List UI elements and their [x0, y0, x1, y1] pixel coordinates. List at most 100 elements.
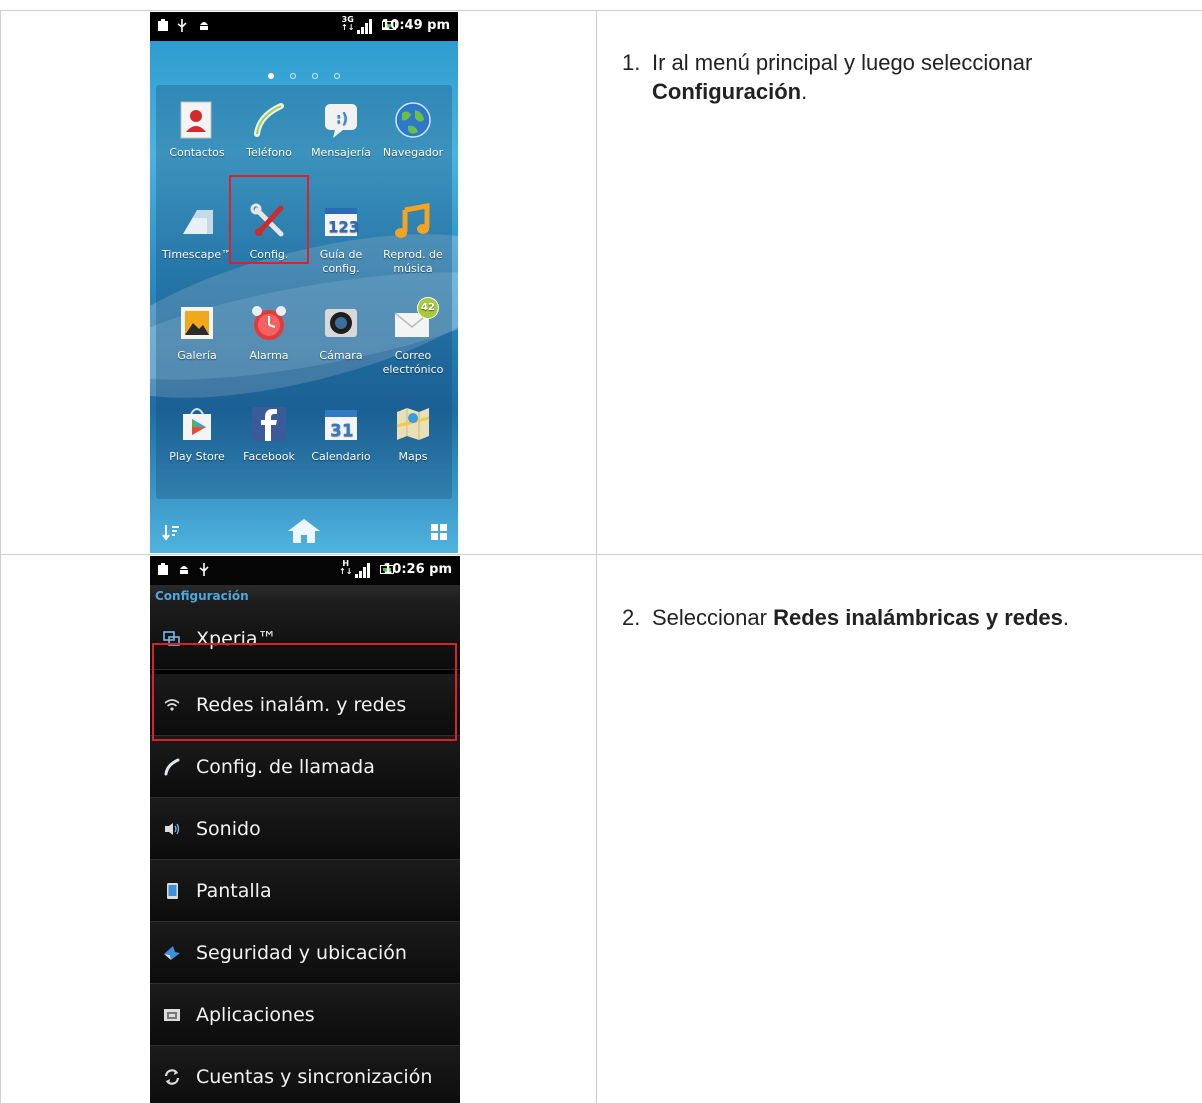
maps-icon	[391, 402, 435, 446]
step-text: Ir al menú principal y luego seleccionar	[652, 50, 1033, 75]
email-icon: 42	[391, 297, 439, 345]
setting-accounts-sync[interactable]: Cuentas y sincronización	[150, 1046, 460, 1103]
settings-title: Configuración	[150, 585, 460, 608]
sort-icon[interactable]	[162, 523, 180, 541]
app-music[interactable]: Reprod. de música	[376, 200, 450, 276]
app-email[interactable]: 42 Correo electrónico	[376, 297, 450, 377]
grid-icon[interactable]	[430, 523, 448, 541]
usb-icon	[177, 19, 187, 32]
app-label: Reprod. de música	[383, 248, 443, 275]
table-border-left	[0, 10, 1, 1103]
app-label: Play Store	[169, 450, 225, 463]
setup-guide-icon: 123	[319, 200, 363, 244]
sim-icon	[158, 563, 168, 575]
step-emphasis: Redes inalámbricas y redes	[773, 605, 1063, 630]
app-camera[interactable]: Cámara	[304, 301, 378, 363]
home-dock	[150, 501, 458, 553]
svg-text::): :)	[336, 111, 348, 127]
step-number: 1.	[622, 50, 641, 75]
home-icon[interactable]	[286, 517, 322, 545]
gallery-icon	[175, 301, 219, 345]
network-type-text: H	[342, 559, 350, 568]
app-gallery[interactable]: Galería	[160, 301, 234, 363]
setting-label: Aplicaciones	[196, 1003, 315, 1026]
phone-icon	[162, 757, 182, 777]
email-badge: 42	[417, 297, 439, 319]
setting-label: Sonido	[196, 817, 261, 840]
app-label: Contactos	[169, 146, 225, 159]
page-dot	[334, 73, 340, 79]
usb-icon	[199, 563, 209, 576]
app-browser[interactable]: Navegador	[376, 98, 450, 160]
sim-icon	[158, 19, 168, 31]
app-calendar[interactable]: 31 Calendario	[304, 402, 378, 464]
setting-label: Config. de llamada	[196, 755, 375, 778]
app-contacts[interactable]: Contactos	[160, 98, 234, 160]
app-label: Timescape™	[161, 248, 233, 261]
app-play-store[interactable]: Play Store	[160, 402, 234, 464]
app-label: Maps	[398, 450, 428, 463]
step-text: Seleccionar	[652, 605, 774, 630]
table-column-divider	[596, 10, 597, 1103]
app-label: Calendario	[311, 450, 371, 463]
setting-security-location[interactable]: Seguridad y ubicación	[150, 922, 460, 984]
app-label: Correo electrónico	[382, 349, 444, 376]
facebook-icon	[247, 402, 291, 446]
page-dot-active	[268, 73, 274, 79]
setting-label: Cuentas y sincronización	[196, 1065, 433, 1088]
status-bar: 3G ↑↓ 10:49 pm	[150, 12, 458, 41]
timescape-icon	[175, 200, 219, 244]
android-debug-icon	[200, 22, 208, 30]
signal-icon	[355, 562, 373, 578]
alarm-icon	[247, 301, 291, 345]
app-setup-guide[interactable]: 123 Guía de config.	[304, 200, 378, 276]
settings-highlight-box	[229, 175, 309, 264]
step-suffix: .	[1062, 605, 1070, 630]
step-emphasis: Configuración	[652, 79, 802, 104]
status-time: 10:49 pm	[381, 18, 450, 33]
messaging-icon: :)	[319, 98, 363, 142]
app-label: Guía de config.	[319, 248, 363, 275]
calendar-icon: 31	[319, 402, 363, 446]
app-messaging[interactable]: :) Mensajería	[304, 98, 378, 160]
app-label: Navegador	[382, 146, 444, 159]
play-store-icon	[175, 402, 219, 446]
network-type-text: 3G	[341, 15, 354, 24]
home-screen-screenshot: 3G ↑↓ 10:49 pm Contactos Teléfono :) Mens…	[150, 12, 458, 553]
network-type: H ↑↓	[339, 559, 353, 576]
app-phone[interactable]: Teléfono	[232, 98, 306, 160]
status-time: 10:26 pm	[383, 562, 452, 577]
app-label: Cámara	[319, 349, 363, 362]
app-label: Facebook	[243, 450, 295, 463]
setup-guide-icon-number: 123	[328, 218, 359, 236]
step-2-instruction: 2. Seleccionar Redes inalámbricas y redes…	[622, 603, 1069, 632]
app-label: Galería	[177, 349, 217, 362]
setting-call[interactable]: Config. de llamada	[150, 736, 460, 798]
location-icon	[162, 943, 182, 963]
setting-label: Seguridad y ubicación	[196, 941, 407, 964]
status-bar: H ↑↓ 10:26 pm	[150, 556, 460, 585]
app-maps[interactable]: Maps	[376, 402, 450, 464]
display-icon	[162, 881, 182, 901]
app-facebook[interactable]: Facebook	[232, 402, 306, 464]
speaker-icon	[162, 819, 182, 839]
sync-icon	[162, 1067, 182, 1087]
camera-icon	[319, 301, 363, 345]
step-1-instruction: 1. Ir al menú principal y luego seleccion…	[622, 48, 1200, 106]
network-type: 3G ↑↓	[341, 15, 355, 32]
table-row-divider	[0, 554, 1202, 555]
contacts-icon	[175, 98, 219, 142]
page-dot	[312, 73, 318, 79]
signal-icon	[357, 18, 375, 34]
settings-screenshot: H ↑↓ 10:26 pm Configuración Xperia™ Redes…	[150, 556, 460, 1103]
setting-display[interactable]: Pantalla	[150, 860, 460, 922]
phone-icon	[247, 98, 291, 142]
app-alarm[interactable]: Alarma	[232, 301, 306, 363]
setting-applications[interactable]: Aplicaciones	[150, 984, 460, 1046]
app-label: Alarma	[249, 349, 289, 362]
app-label: Teléfono	[246, 146, 292, 159]
android-debug-icon	[180, 566, 188, 574]
setting-sound[interactable]: Sonido	[150, 798, 460, 860]
app-label: Mensajería	[311, 146, 371, 159]
app-timescape[interactable]: Timescape™	[160, 200, 234, 262]
